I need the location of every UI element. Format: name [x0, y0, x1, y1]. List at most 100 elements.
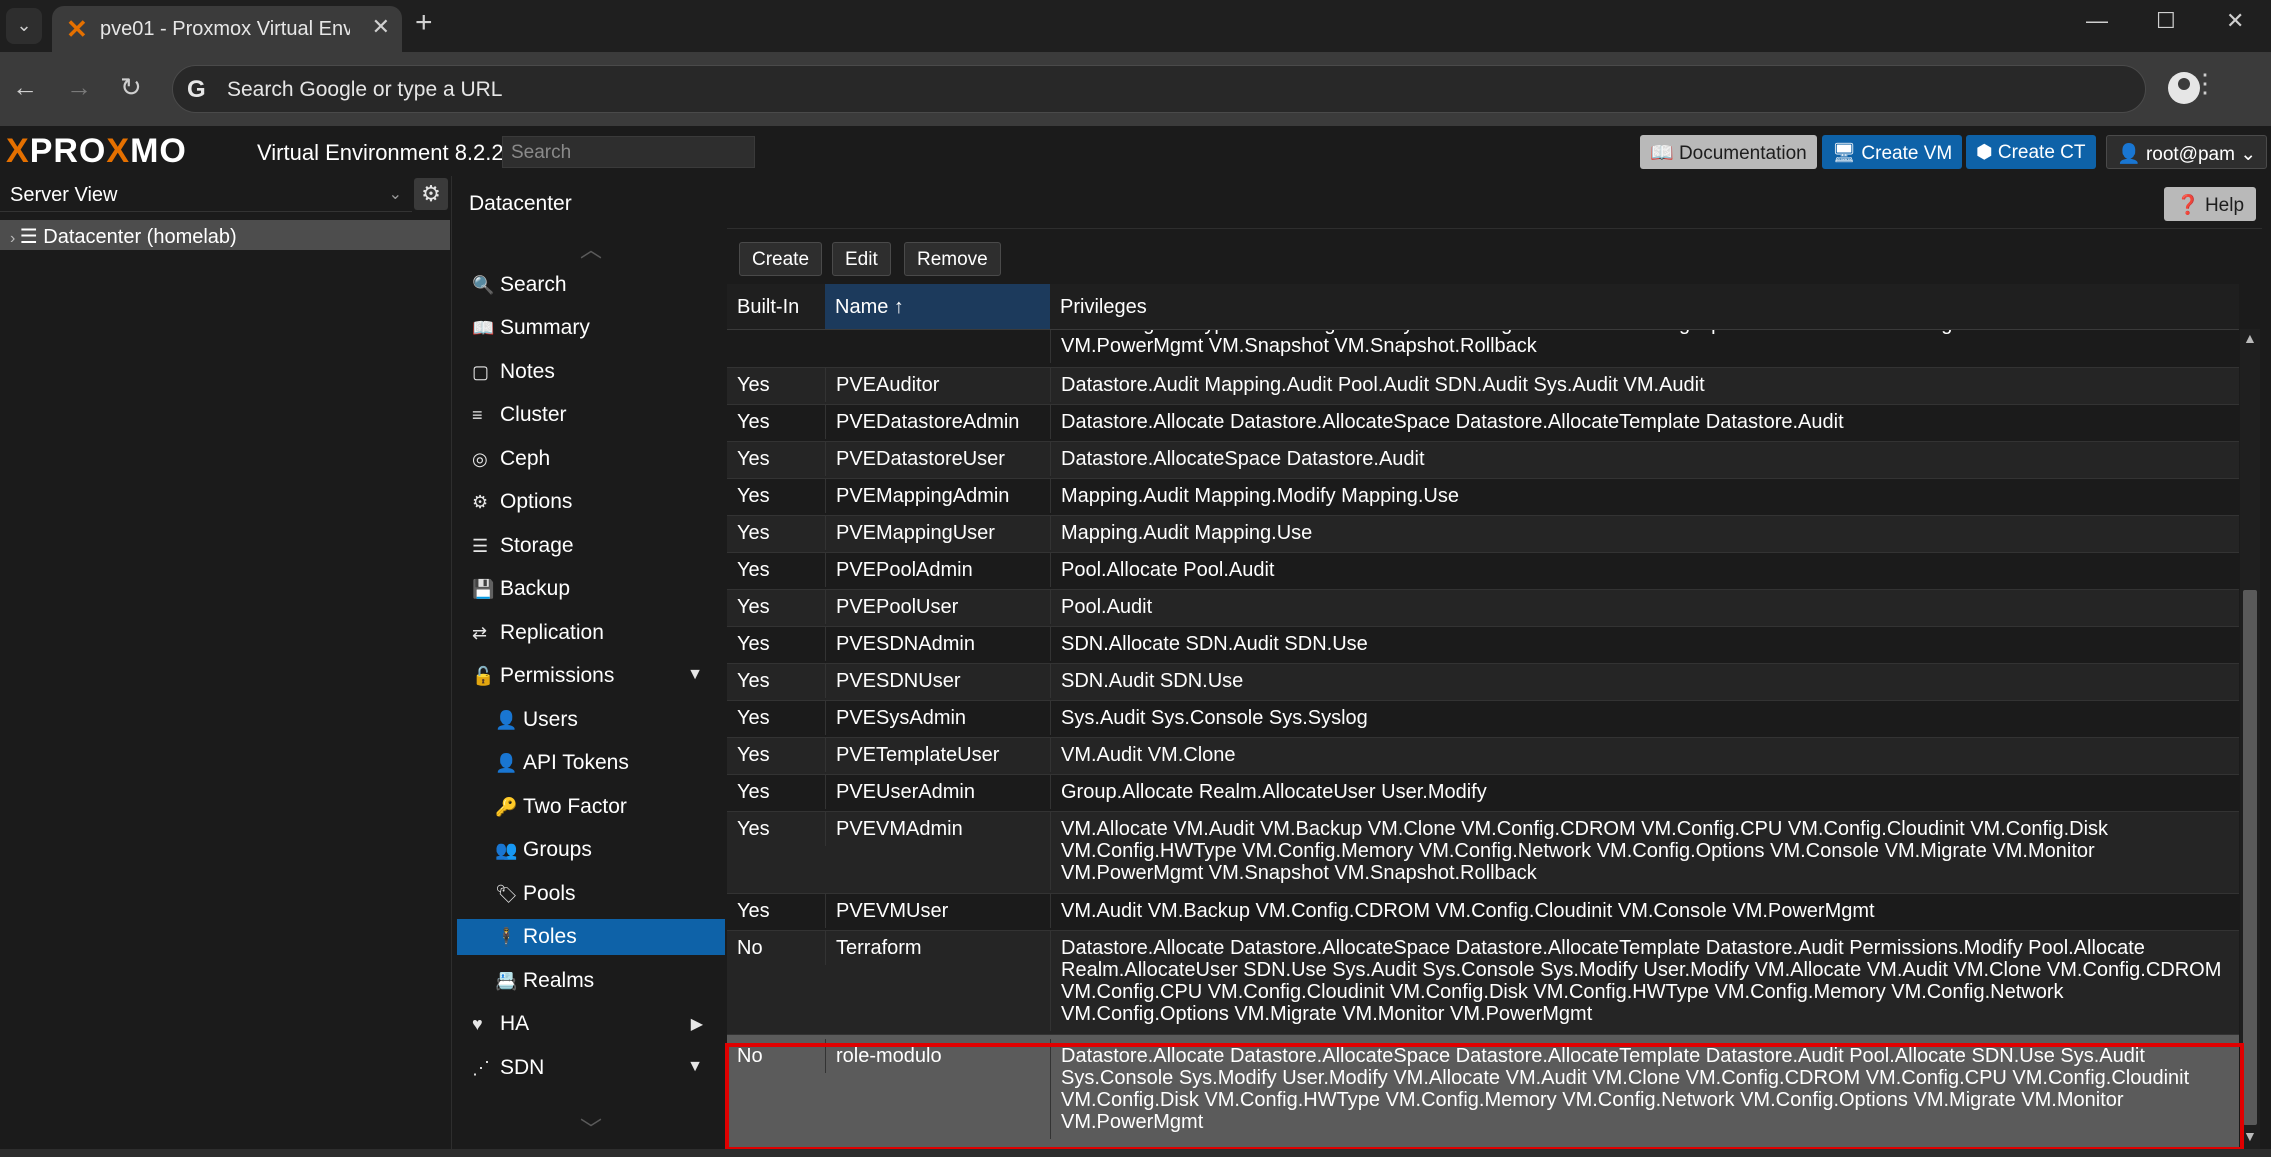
book-icon: 📖 [1650, 143, 1679, 164]
users-icon: 👥 [495, 840, 518, 860]
table-row[interactable]: Yes PVESDNAdmin SDN.Allocate SDN.Audit S… [727, 627, 2239, 664]
roles-grid-body: VM.Config.HWType VM.Config.Memory VM.Con… [727, 330, 2239, 1150]
key-icon: 🔑 [495, 797, 518, 817]
resource-tree: Server View ⌄ ⚙ › ☰ Datacenter (homelab) [0, 176, 452, 1149]
question-icon: ❓ [2176, 195, 2205, 216]
table-row[interactable]: Yes PVESDNUser SDN.Audit SDN.Use [727, 664, 2239, 701]
gear-icon: ⚙ [472, 492, 489, 512]
server-icon: ☰ [19, 226, 44, 248]
nav-item-groups[interactable]: 👥 Groups [457, 832, 725, 868]
table-row[interactable]: Yes PVEDatastoreUser Datastore.AllocateS… [727, 442, 2239, 479]
scroll-down-arrow-icon[interactable]: ▼ [2243, 1128, 2257, 1144]
proxmox-favicon-icon: ✕ [66, 14, 88, 44]
user-icon: 👤 [2117, 144, 2146, 165]
remove-button[interactable]: Remove [904, 242, 1001, 276]
column-header-privileges[interactable]: Privileges [1050, 284, 2239, 330]
window-close-icon[interactable]: ✕ [2226, 8, 2244, 34]
back-icon[interactable]: ← [12, 72, 38, 103]
create-button[interactable]: Create [739, 242, 823, 276]
sort-ascending-icon: ↑ [893, 296, 904, 318]
caret-down-icon: ▼ [687, 1058, 703, 1075]
tab-title: pve01 - Proxmox Virtual Environment [100, 18, 350, 40]
browser-menu-icon[interactable]: ⋮ [2192, 68, 2218, 99]
heartbeat-icon: ♥ [472, 1014, 483, 1034]
view-selector[interactable]: Server View ⌄ [0, 176, 412, 212]
new-tab-button[interactable]: + [415, 6, 433, 40]
proxmox-header: XPROXMO Virtual Environment 8.2.2 Search… [0, 126, 2271, 176]
table-row[interactable]: Yes PVETemplateUser VM.Audit VM.Clone [727, 738, 2239, 775]
product-version: Virtual Environment 8.2.2 [257, 140, 504, 165]
nav-item-realms[interactable]: 📇 Realms [457, 963, 725, 999]
chevron-down-icon: ⌄ [2234, 144, 2257, 165]
tab-close-icon[interactable]: ✕ [372, 14, 390, 40]
server-icon: ≡ [472, 405, 483, 425]
user-icon: 👤 [495, 710, 518, 730]
nav-item-options[interactable]: ⚙ Options [457, 484, 725, 520]
unlock-icon: 🔓 [472, 666, 495, 686]
scroll-up-arrow-icon[interactable]: ▲ [2243, 330, 2257, 346]
address-bar[interactable]: G Search Google or type a URL [172, 65, 2146, 113]
header-search-input[interactable]: Search [502, 136, 755, 168]
ceph-icon: ◎ [472, 449, 488, 469]
table-row[interactable]: Yes PVEAuditor Datastore.Audit Mapping.A… [727, 368, 2239, 405]
edit-button[interactable]: Edit [832, 242, 891, 276]
create-ct-button[interactable]: ⬢ Create CT [1966, 135, 2096, 169]
help-button[interactable]: ❓ Help [2164, 187, 2257, 221]
forward-icon[interactable]: → [66, 72, 92, 103]
nav-scroll-up-icon[interactable]: ︿ [580, 232, 602, 264]
maximize-icon[interactable]: ☐ [2156, 8, 2176, 34]
table-row[interactable]: Yes PVEPoolAdmin Pool.Allocate Pool.Audi… [727, 553, 2239, 590]
table-row[interactable]: Yes PVEVMAdmin VM.Allocate VM.Audit VM.B… [727, 812, 2239, 894]
nav-item-roles[interactable]: 🕴 Roles [457, 919, 725, 955]
column-header-name[interactable]: Name ↑ [825, 284, 1050, 330]
table-row[interactable]: Yes PVEVMUser VM.Audit VM.Backup VM.Conf… [727, 894, 2239, 931]
google-icon: G [187, 76, 206, 103]
nav-item-search[interactable]: 🔍 Search [457, 267, 725, 303]
nav-item-api-tokens[interactable]: 👤 API Tokens [457, 745, 725, 781]
nav-item-notes[interactable]: ▢ Notes [457, 354, 725, 390]
table-row-selected[interactable]: No role-modulo Datastore.Allocate Datast… [727, 1035, 2239, 1150]
tab-search-button[interactable]: ⌄ [6, 8, 42, 44]
nav-item-backup[interactable]: 💾 Backup [457, 571, 725, 607]
table-row[interactable]: Yes PVEUserAdmin Group.Allocate Realm.Al… [727, 775, 2239, 812]
page-title: Datacenter [469, 192, 572, 215]
nav-item-cluster[interactable]: ≡ Cluster [457, 397, 725, 433]
nav-item-summary[interactable]: 📖 Summary [457, 310, 725, 346]
table-row[interactable]: Yes PVEMappingAdmin Mapping.Audit Mappin… [727, 479, 2239, 516]
table-row[interactable]: Yes PVESysAdmin Sys.Audit Sys.Console Sy… [727, 701, 2239, 738]
column-header-built-in[interactable]: Built-In [727, 284, 825, 330]
tree-node-datacenter[interactable]: › ☰ Datacenter (homelab) [0, 220, 450, 250]
user-outline-icon: 👤 [495, 753, 518, 773]
table-row[interactable]: Yes PVEDatastoreAdmin Datastore.Allocate… [727, 405, 2239, 442]
reload-icon[interactable]: ↻ [120, 72, 142, 103]
create-vm-button[interactable]: 🖥 Create VM [1822, 135, 1963, 169]
gear-icon[interactable]: ⚙ [414, 178, 448, 210]
nav-item-ha[interactable]: ♥ HA ▶ [457, 1006, 725, 1042]
browser-tab[interactable]: ✕ pve01 - Proxmox Virtual Environment ✕ [52, 6, 402, 52]
nav-scroll-down-icon[interactable]: ﹀ [580, 1112, 602, 1144]
tags-icon: 🏷 [495, 884, 518, 904]
nav-item-pools[interactable]: 🏷 Pools [457, 876, 725, 912]
documentation-button[interactable]: 📖 Documentation [1640, 135, 1817, 169]
database-icon: ☰ [472, 536, 489, 556]
minimize-icon[interactable]: — [2086, 8, 2108, 34]
book-icon: 📖 [472, 318, 495, 338]
table-row[interactable]: Yes PVEMappingUser Mapping.Audit Mapping… [727, 516, 2239, 553]
nav-item-sdn[interactable]: ⋰ SDN ▼ [457, 1050, 725, 1086]
bottom-bar [0, 1149, 2271, 1157]
nav-item-replication[interactable]: ⇄ Replication [457, 615, 725, 651]
grid-scrollbar-thumb[interactable] [2243, 590, 2257, 1125]
sdn-icon: ⋰ [472, 1058, 490, 1078]
user-menu-button[interactable]: 👤 root@pam ⌄ [2106, 135, 2268, 169]
roles-panel: Create Edit Remove Built-In Name ↑ Privi… [727, 228, 2262, 1150]
nav-item-storage[interactable]: ☰ Storage [457, 528, 725, 564]
retweet-icon: ⇄ [472, 623, 488, 643]
table-row[interactable]: VM.Config.HWType VM.Config.Memory VM.Con… [727, 330, 2239, 368]
nav-item-permissions[interactable]: 🔓 Permissions ▼ [457, 658, 725, 694]
table-row[interactable]: Yes PVEPoolUser Pool.Audit [727, 590, 2239, 627]
table-row[interactable]: No Terraform Datastore.Allocate Datastor… [727, 931, 2239, 1035]
nav-item-two-factor[interactable]: 🔑 Two Factor [457, 789, 725, 825]
nav-item-ceph[interactable]: ◎ Ceph [457, 441, 725, 477]
nav-item-users[interactable]: 👤 Users [457, 702, 725, 738]
note-icon: ▢ [472, 362, 490, 382]
